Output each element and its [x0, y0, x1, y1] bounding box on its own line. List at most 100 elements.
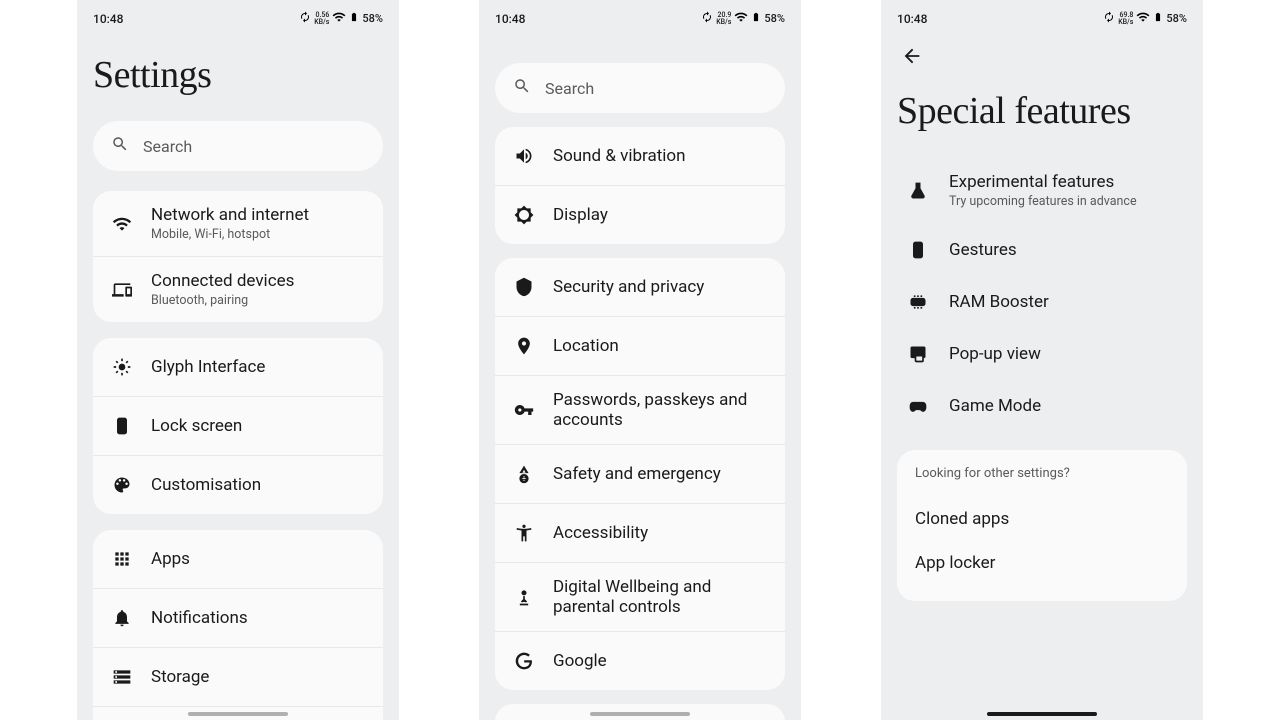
- settings-group-network: Network and internet Mobile, Wi-Fi, hotsp…: [93, 191, 383, 322]
- item-title: Apps: [151, 549, 190, 569]
- back-button[interactable]: [901, 45, 923, 67]
- ram-icon: [907, 291, 929, 313]
- item-title: Network and internet: [151, 205, 309, 225]
- rotation-icon: [701, 11, 713, 26]
- network-speed: 20.9KB/s: [716, 12, 731, 26]
- item-ram-booster[interactable]: RAM Booster: [899, 276, 1185, 328]
- lock-icon: [111, 415, 133, 437]
- item-popup-view[interactable]: Pop-up view: [899, 328, 1185, 380]
- popup-icon: [907, 343, 929, 365]
- scroll-indicator: [188, 712, 288, 716]
- content: Search Sound & vibration Display Securit…: [479, 33, 801, 720]
- wifi-icon: [332, 10, 346, 27]
- item-title: Lock screen: [151, 416, 242, 436]
- battery-percent: 58%: [1166, 12, 1187, 25]
- experimental-icon: [907, 180, 929, 202]
- apps-icon: [111, 548, 133, 570]
- settings-group-interface: Glyph Interface Lock screen Customisatio…: [93, 338, 383, 514]
- search-bar[interactable]: Search: [495, 63, 785, 113]
- page-title: Settings: [93, 53, 383, 97]
- status-right: 69.8KB/s 58%: [1103, 10, 1187, 27]
- search-bar[interactable]: Search: [93, 121, 383, 171]
- other-settings-title: Looking for other settings?: [915, 466, 1169, 481]
- item-title: Safety and emergency: [553, 464, 721, 484]
- settings-group-sound: Sound & vibration Display: [495, 127, 785, 244]
- item-location[interactable]: Location: [495, 317, 785, 376]
- item-security-privacy[interactable]: Security and privacy: [495, 258, 785, 317]
- location-icon: [513, 335, 535, 357]
- key-icon: [513, 399, 535, 421]
- wifi-icon: [111, 213, 133, 235]
- item-accessibility[interactable]: Accessibility: [495, 504, 785, 563]
- status-right: 20.9KB/s 58%: [701, 10, 785, 27]
- item-display[interactable]: Display: [495, 186, 785, 244]
- devices-icon: [111, 279, 133, 301]
- settings-group-privacy: Security and privacy Location Passwords,…: [495, 258, 785, 690]
- battery-icon: [349, 10, 359, 27]
- content: Special features Experimental featuresTr…: [881, 33, 1203, 720]
- status-bar: 10:48 0.56KB/s 58%: [77, 0, 399, 33]
- item-title: Google: [553, 651, 607, 671]
- item-title: Accessibility: [553, 523, 648, 543]
- battery-icon: [1153, 10, 1163, 27]
- search-icon: [513, 77, 531, 99]
- scroll-indicator: [590, 712, 690, 716]
- display-icon: [513, 204, 535, 226]
- network-speed: 0.56KB/s: [314, 12, 329, 26]
- back-row: [897, 33, 1187, 79]
- page-title: Special features: [897, 89, 1187, 133]
- item-sub: Try upcoming features in advance: [949, 194, 1137, 209]
- game-icon: [907, 395, 929, 417]
- phone-screen-2: 10:48 20.9KB/s 58% Search Sound & vibrat…: [479, 0, 801, 720]
- item-title: Location: [553, 336, 619, 356]
- phone-screen-1: 10:48 0.56KB/s 58% Settings Search Netwo…: [77, 0, 399, 720]
- item-sub: Bluetooth, pairing: [151, 293, 294, 308]
- customisation-icon: [111, 474, 133, 496]
- item-digital-wellbeing[interactable]: Digital Wellbeing and parental controls: [495, 563, 785, 632]
- item-storage[interactable]: Storage: [93, 648, 383, 707]
- item-glyph-interface[interactable]: Glyph Interface: [93, 338, 383, 397]
- item-title: Glyph Interface: [151, 357, 265, 377]
- other-settings-card: Looking for other settings? Cloned apps …: [897, 450, 1187, 601]
- item-customisation[interactable]: Customisation: [93, 456, 383, 514]
- status-right: 0.56KB/s 58%: [299, 10, 383, 27]
- item-title: Connected devices: [151, 271, 294, 291]
- item-game-mode[interactable]: Game Mode: [899, 380, 1185, 432]
- item-app-locker[interactable]: App locker: [915, 541, 1169, 585]
- item-title: Digital Wellbeing and parental controls: [553, 577, 767, 617]
- gestures-icon: [907, 239, 929, 261]
- network-speed: 69.8KB/s: [1118, 12, 1133, 26]
- rotation-icon: [1103, 11, 1115, 26]
- bell-icon: [111, 607, 133, 629]
- content: Settings Search Network and internet Mobi…: [77, 33, 399, 720]
- item-title: Customisation: [151, 475, 261, 495]
- glyph-icon: [111, 356, 133, 378]
- item-experimental-features[interactable]: Experimental featuresTry upcoming featur…: [899, 157, 1185, 224]
- status-time: 10:48: [495, 12, 525, 26]
- item-title: Pop-up view: [949, 344, 1041, 364]
- item-gestures[interactable]: Gestures: [899, 224, 1185, 276]
- special-features-list: Experimental featuresTry upcoming featur…: [897, 157, 1187, 432]
- settings-group-apps: Apps Notifications Storage Battery: [93, 530, 383, 720]
- item-google[interactable]: Google: [495, 632, 785, 690]
- item-safety-emergency[interactable]: Safety and emergency: [495, 445, 785, 504]
- item-notifications[interactable]: Notifications: [93, 589, 383, 648]
- item-title: Sound & vibration: [553, 146, 686, 166]
- status-time: 10:48: [897, 12, 927, 26]
- wifi-icon: [734, 10, 748, 27]
- item-connected-devices[interactable]: Connected devices Bluetooth, pairing: [93, 257, 383, 322]
- item-title: Notifications: [151, 608, 248, 628]
- item-cloned-apps[interactable]: Cloned apps: [915, 497, 1169, 541]
- item-apps[interactable]: Apps: [93, 530, 383, 589]
- item-passwords[interactable]: Passwords, passkeys and accounts: [495, 376, 785, 445]
- search-icon: [111, 135, 129, 157]
- battery-percent: 58%: [764, 12, 785, 25]
- item-sub: Mobile, Wi-Fi, hotspot: [151, 227, 309, 242]
- wellbeing-icon: [513, 586, 535, 608]
- item-title: RAM Booster: [949, 292, 1049, 312]
- item-title: Display: [553, 205, 608, 225]
- security-icon: [513, 276, 535, 298]
- item-lock-screen[interactable]: Lock screen: [93, 397, 383, 456]
- item-sound-vibration[interactable]: Sound & vibration: [495, 127, 785, 186]
- item-network-internet[interactable]: Network and internet Mobile, Wi-Fi, hotsp…: [93, 191, 383, 257]
